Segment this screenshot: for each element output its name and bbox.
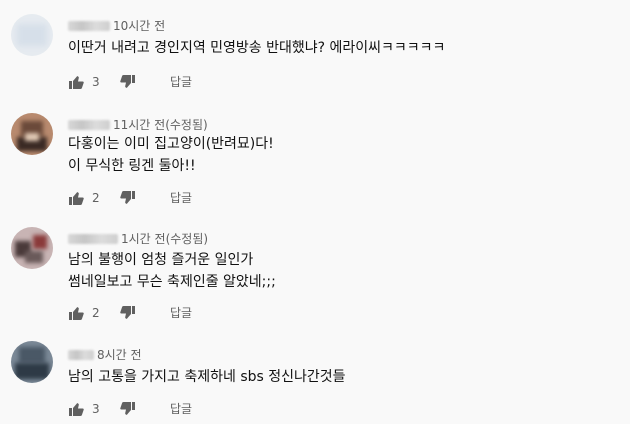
comment-time[interactable]: 11시간 전(수정됨) (113, 116, 208, 133)
avatar[interactable] (11, 113, 53, 155)
comment-line: 남의 불행이 엄청 즐거운 일인가 (68, 252, 254, 268)
comment-line: 다홍이는 이미 집고양이(반려묘)다! (68, 136, 274, 152)
comment-time[interactable]: 8시간 전 (97, 346, 142, 363)
comment-actions: 3 답글 (68, 400, 192, 417)
reply-button[interactable]: 답글 (170, 73, 192, 90)
comment-text: 남의 불행이 엄청 즐거운 일인가 썸네일보고 무슨 축제인줄 알았네;;; (68, 249, 276, 293)
author-name-blurred[interactable] (68, 349, 94, 360)
comment-actions: 3 답글 (68, 73, 192, 90)
like-count: 2 (92, 190, 100, 205)
avatar[interactable] (11, 14, 53, 56)
thumbs-down-icon[interactable] (120, 305, 136, 321)
comment-meta: 8시간 전 (68, 346, 142, 363)
avatar[interactable] (11, 227, 53, 269)
comment-text: 다홍이는 이미 집고양이(반려묘)다! 이 무식한 링겐 둘아!! (68, 133, 274, 177)
author-name-blurred[interactable] (68, 20, 110, 31)
comment-actions: 2 답글 (68, 189, 192, 206)
thumbs-down-icon[interactable] (120, 401, 136, 417)
comment-text: 이딴거 내려고 경인지역 민영방송 반대했냐? 에라이씨ㅋㅋㅋㅋㅋ (68, 37, 445, 59)
thumbs-up-icon[interactable] (68, 74, 84, 90)
avatar[interactable] (11, 341, 53, 383)
like-count: 3 (92, 401, 100, 416)
comment-actions: 2 답글 (68, 304, 192, 321)
thumbs-down-icon[interactable] (120, 190, 136, 206)
comment-line: 이딴거 내려고 경인지역 민영방송 반대했냐? 에라이씨ㅋㅋㅋㅋㅋ (68, 40, 446, 56)
thumbs-up-icon[interactable] (68, 305, 84, 321)
comment-meta: 1시간 전(수정됨) (68, 230, 208, 247)
comment-time[interactable]: 1시간 전(수정됨) (121, 230, 208, 247)
thumbs-down-icon[interactable] (120, 74, 136, 90)
comment-text: 남의 고통을 가지고 축제하네 sbs 정신나간것들 (68, 366, 346, 388)
reply-button[interactable]: 답글 (170, 304, 192, 321)
thumbs-up-icon[interactable] (68, 190, 84, 206)
comment-meta: 10시간 전 (68, 17, 165, 34)
like-count: 2 (92, 305, 100, 320)
comment-meta: 11시간 전(수정됨) (68, 116, 208, 133)
reply-button[interactable]: 답글 (170, 400, 192, 417)
author-name-blurred[interactable] (68, 119, 110, 130)
reply-button[interactable]: 답글 (170, 189, 192, 206)
comment-line: 썸네일보고 무슨 축제인줄 알았네;;; (68, 274, 276, 290)
comment-time[interactable]: 10시간 전 (113, 17, 165, 34)
like-count: 3 (92, 74, 100, 89)
comment-line: 이 무식한 링겐 둘아!! (68, 158, 196, 174)
comment-line: 남의 고통을 가지고 축제하네 sbs 정신나간것들 (68, 369, 346, 385)
author-name-blurred[interactable] (68, 233, 118, 244)
thumbs-up-icon[interactable] (68, 401, 84, 417)
